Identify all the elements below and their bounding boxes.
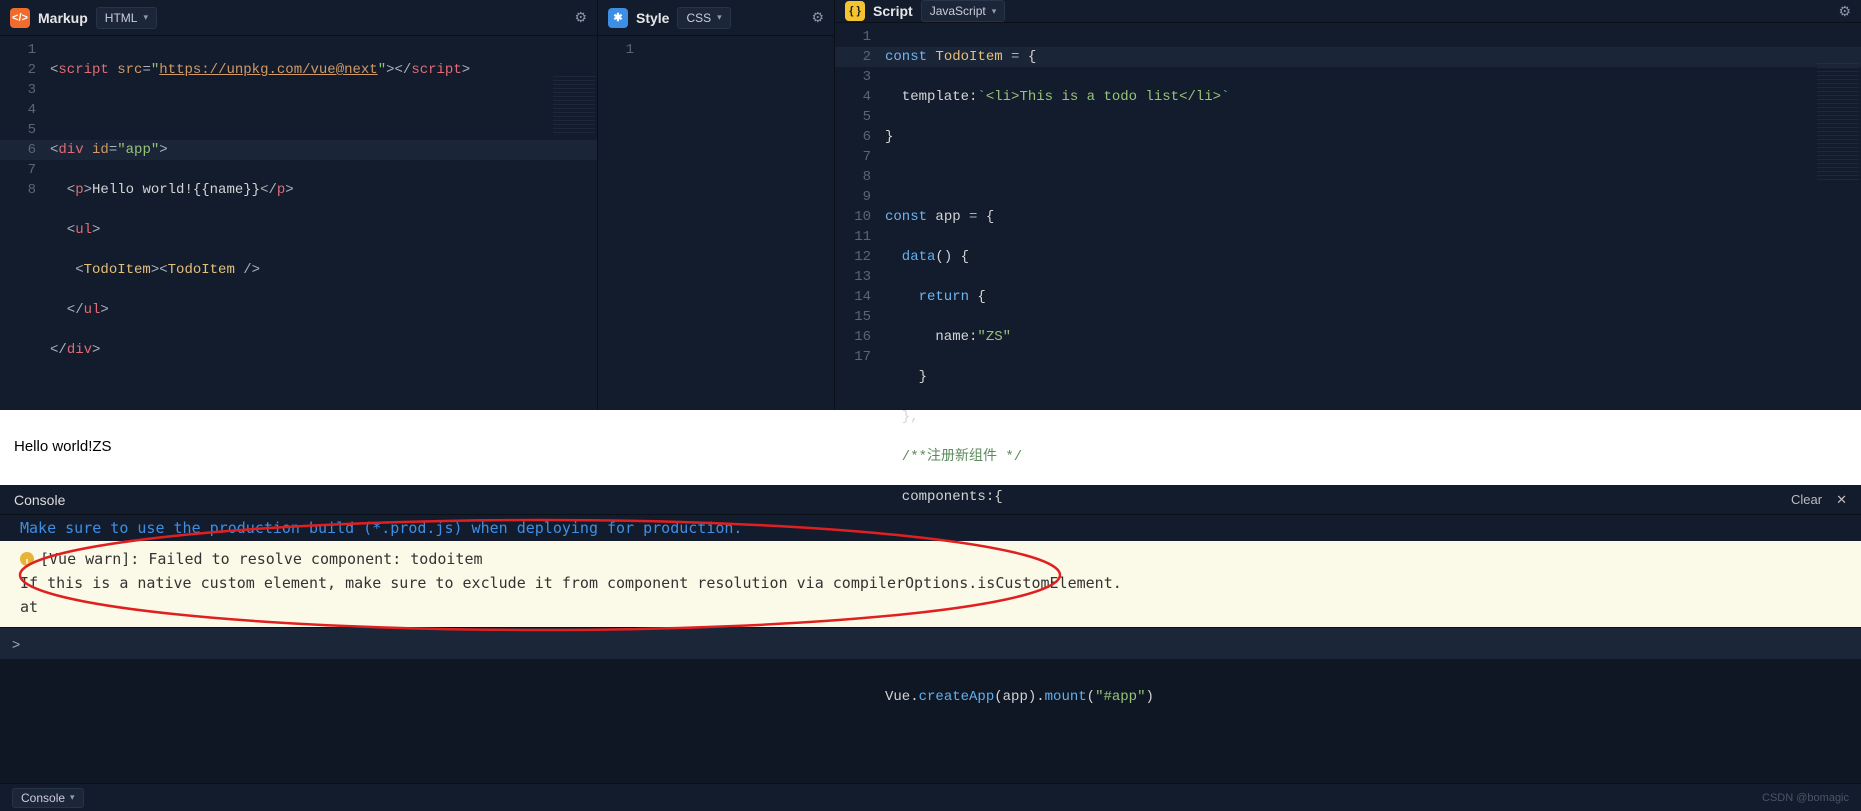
markup-pane: </> Markup HTML ▾ ⚙ 12345678 <script src… [0,0,598,410]
style-gutter: 1 [598,40,648,410]
console-body[interactable]: Make sure to use the production build (*… [0,515,1861,627]
script-header: { } Script JavaScript ▾ ⚙ [835,0,1861,23]
console-toggle-button[interactable]: Console ▾ [12,788,84,808]
chevron-down-icon: ▾ [70,792,75,803]
chevron-down-icon: ▾ [992,6,997,17]
style-lang-select[interactable]: CSS ▾ [677,7,730,29]
gear-icon[interactable]: ⚙ [811,9,824,26]
watermark: CSDN @bomagic [1762,792,1849,804]
warn-line-2: If this is a native custom element, make… [20,571,1841,595]
output-text: Hello world!ZS [14,438,112,455]
chevron-down-icon: ▾ [143,12,148,23]
console-info-line: Make sure to use the production build (*… [0,515,1861,541]
gear-icon[interactable]: ⚙ [574,9,587,26]
style-editor[interactable]: 1 [598,36,834,410]
gear-icon[interactable]: ⚙ [1838,3,1851,20]
warn-line-3: at [20,595,1841,619]
warning-icon [20,552,34,566]
console-warn-block: [Vue warn]: Failed to resolve component:… [0,541,1861,627]
markup-code[interactable]: <script src="https://unpkg.com/vue@next"… [50,40,597,410]
markup-editor[interactable]: 12345678 <script src="https://unpkg.com/… [0,36,597,410]
style-pane: ✱ Style CSS ▾ ⚙ 1 [598,0,835,410]
style-title: Style [636,10,669,26]
markup-lang-select[interactable]: HTML ▾ [96,7,157,29]
script-code[interactable]: const TodoItem = { template:`<li>This is… [885,27,1861,747]
script-pane: { } Script JavaScript ▾ ⚙ 12345678910111… [835,0,1861,410]
script-gutter: 1234567891011121314151617 [835,27,885,747]
script-editor[interactable]: 1234567891011121314151617 const TodoItem… [835,23,1861,747]
chevron-down-icon: ▾ [717,12,722,23]
console-pill-label: Console [21,791,65,805]
bottom-bar: Console ▾ CSDN @bomagic [0,783,1861,811]
style-badge-icon: ✱ [608,8,628,28]
markup-header: </> Markup HTML ▾ ⚙ [0,0,597,36]
warn-line-1: [Vue warn]: Failed to resolve component:… [40,550,483,568]
prompt-icon: > [12,636,20,652]
markup-badge-icon: </> [10,8,30,28]
script-badge-icon: { } [845,1,865,21]
style-header: ✱ Style CSS ▾ ⚙ [598,0,834,36]
style-code[interactable] [648,40,834,410]
style-lang-label: CSS [686,11,711,25]
console-title: Console [14,492,65,508]
script-title: Script [873,3,913,19]
markup-gutter: 12345678 [0,40,50,410]
script-lang-label: JavaScript [930,4,986,18]
script-lang-select[interactable]: JavaScript ▾ [921,0,1006,22]
markup-lang-label: HTML [105,11,138,25]
markup-title: Markup [38,10,88,26]
